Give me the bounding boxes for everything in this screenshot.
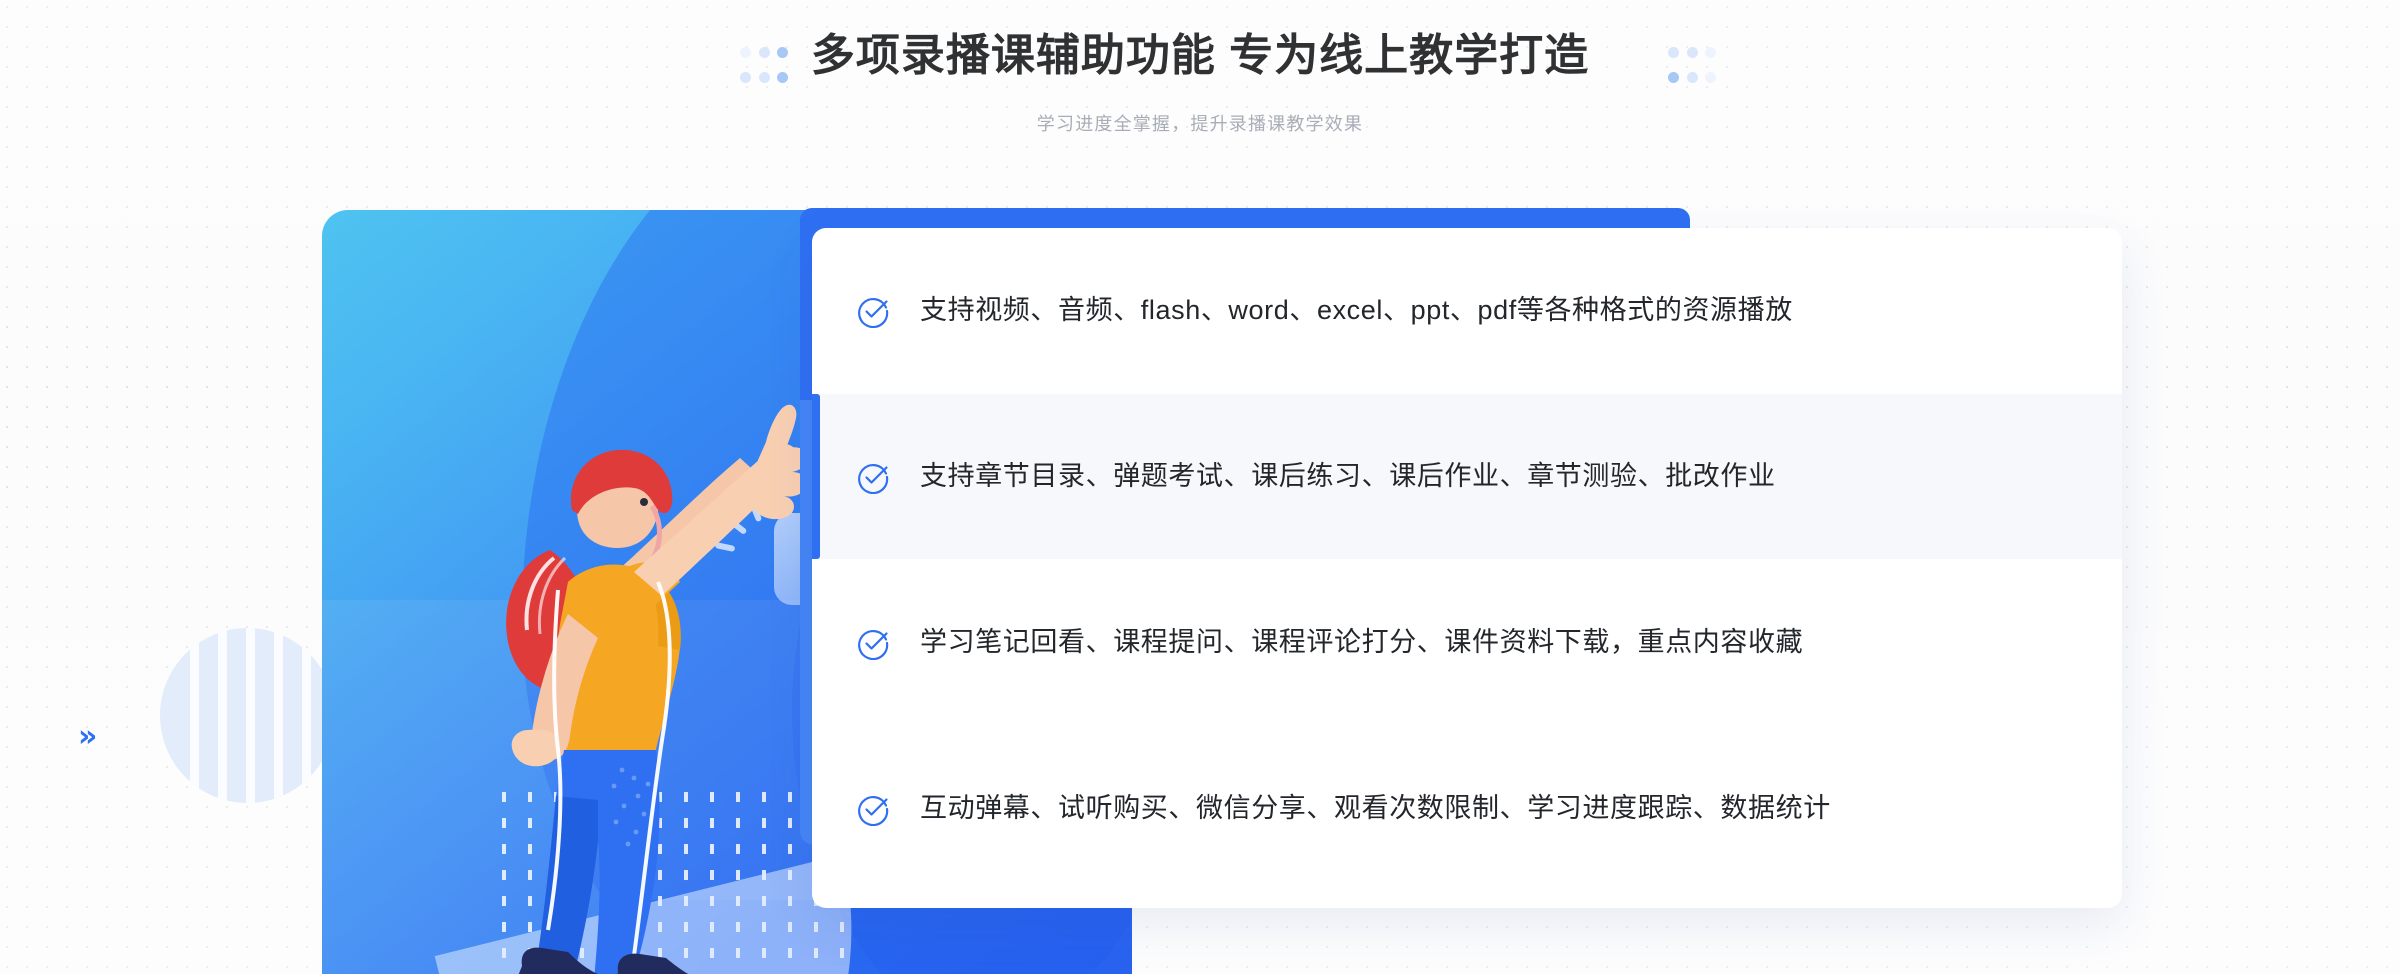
- page-subtitle: 学习进度全掌握，提升录播课教学效果: [1036, 114, 1364, 134]
- feature-list-item[interactable]: 学习笔记回看、课程提问、课程评论打分、课件资料下载，重点内容收藏: [812, 560, 2122, 725]
- feature-list-item[interactable]: 互动弹幕、试听购买、微信分享、观看次数限制、学习进度跟踪、数据统计: [812, 726, 2122, 891]
- feature-list-item[interactable]: 支持视频、音频、flash、word、excel、ppt、pdf等各种格式的资源…: [812, 228, 2122, 393]
- feature-list-item-label: 支持视频、音频、flash、word、excel、ppt、pdf等各种格式的资源…: [920, 294, 1793, 325]
- decorative-circle-stripes: [160, 628, 335, 803]
- feature-list-item[interactable]: 支持章节目录、弹题考试、课后练习、课后作业、章节测验、批改作业: [812, 394, 2122, 559]
- feature-list-item-label: 互动弹幕、试听购买、微信分享、观看次数限制、学习进度跟踪、数据统计: [920, 792, 1831, 823]
- check-circle-icon: [858, 463, 889, 494]
- page-title: 多项录播课辅助功能 专为线上教学打造: [810, 31, 1590, 80]
- decorative-dot-cluster-right: [1668, 47, 1720, 93]
- feature-list-item-label: 学习笔记回看、课程提问、课程评论打分、课件资料下载，重点内容收藏: [920, 626, 1804, 657]
- feature-list-card: 支持视频、音频、flash、word、excel、ppt、pdf等各种格式的资源…: [812, 228, 2122, 908]
- check-circle-icon: [858, 297, 889, 328]
- page-header: 多项录播课辅助功能 专为线上教学打造 学习进度全掌握，提升录播课教学效果: [0, 0, 2400, 190]
- check-circle-icon: [858, 629, 889, 660]
- double-chevron-right-icon: »: [78, 719, 98, 754]
- feature-list-item-label: 支持章节目录、弹题考试、课后练习、课后作业、章节测验、批改作业: [920, 460, 1776, 491]
- check-circle-icon: [858, 795, 889, 826]
